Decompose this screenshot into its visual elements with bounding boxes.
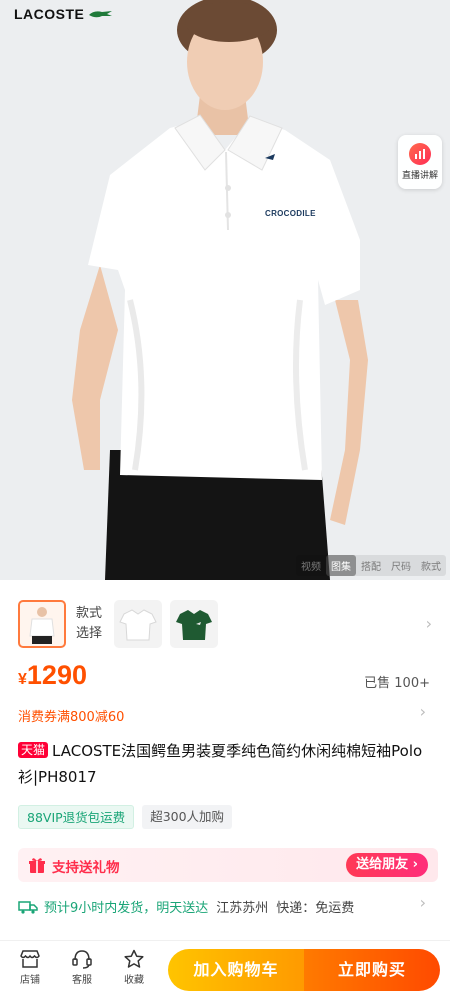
add-to-cart-button[interactable]: 加入购物车 — [168, 949, 304, 991]
store-icon — [20, 950, 40, 968]
price: ¥1290 — [18, 660, 87, 690]
tab-size[interactable]: 尺码 — [386, 555, 416, 576]
customer-service-icon — [72, 950, 92, 969]
shipping-row[interactable]: 预计9小时内发货，明天送达 江苏苏州 快递：免运费 — [18, 897, 438, 916]
gift-banner[interactable]: 支持送礼物 送给朋友 › — [18, 848, 438, 882]
price-value: 1290 — [26, 660, 87, 690]
price-row: ¥1290 已售 100+ — [18, 660, 438, 696]
white-polo-thumbnail-icon — [119, 609, 157, 641]
green-polo-thumbnail-icon — [176, 610, 212, 640]
brand-name: LACOSTE — [14, 6, 85, 22]
gift-icon — [29, 858, 45, 873]
live-explain-label: 直播讲解 — [401, 171, 438, 181]
ship-fee: 快递：免运费 — [276, 901, 355, 916]
bottom-action-bar: 店铺 客服 收藏 加入购物车 立即购买 — [0, 940, 450, 1000]
tab-gallery[interactable]: 图集 — [326, 555, 356, 576]
delivery-estimate: 预计9小时内发货，明天送达 — [44, 901, 209, 916]
price-currency: ¥ — [18, 671, 27, 688]
cart-count-tag: 超300人加购 — [142, 805, 233, 829]
coupon-chevron-icon[interactable]: › — [420, 702, 426, 721]
product-photo — [0, 0, 450, 580]
tab-style[interactable]: 款式 — [416, 555, 446, 576]
crocodile-logo-icon — [89, 11, 113, 18]
brand-logo: LACOSTE — [14, 6, 114, 22]
tab-outfit[interactable]: 搭配 — [356, 555, 386, 576]
vip-return-tag[interactable]: 88VIP退货包运费 — [18, 805, 135, 829]
star-icon — [124, 949, 144, 968]
variant-selector[interactable]: 款式 选择 › — [0, 590, 450, 650]
buy-now-button[interactable]: 立即购买 — [304, 949, 440, 991]
store-label: 店铺 — [20, 975, 40, 986]
gift-text: 支持送礼物 — [52, 860, 120, 876]
product-image-gallery[interactable]: CROCODILE LACOSTE 直播讲解 视频 图集 搭配 尺码 款式 — [0, 0, 450, 580]
coupon-text[interactable]: 消费券满800减60 — [18, 706, 124, 725]
variant-option-3[interactable] — [170, 600, 218, 648]
variant-label-line1: 款式 — [76, 606, 103, 621]
favorite-button[interactable]: 收藏 — [116, 949, 152, 986]
favorite-label: 收藏 — [124, 975, 144, 986]
store-button[interactable]: 店铺 — [12, 949, 48, 986]
variant-option-2[interactable] — [114, 600, 162, 648]
variant-option-1[interactable] — [18, 600, 66, 648]
media-tabs: 视频 图集 搭配 尺码 款式 — [296, 555, 446, 576]
variant-label-line2: 选择 — [76, 626, 103, 641]
tmall-badge: 天猫 — [18, 742, 49, 758]
shipping-chevron-icon[interactable]: › — [420, 893, 426, 912]
variant-label: 款式 选择 — [76, 604, 102, 644]
service-label: 客服 — [72, 975, 92, 986]
product-title-text: LACOSTE法国鳄鱼男装夏季纯色简约休闲纯棉短袖Polo衫|PH8017 — [18, 742, 423, 786]
ship-origin: 江苏苏州 — [216, 901, 269, 916]
tab-video[interactable]: 视频 — [296, 555, 326, 576]
truck-icon — [18, 900, 38, 914]
variant-chevron-icon[interactable]: › — [426, 614, 432, 633]
live-stream-icon — [409, 143, 431, 165]
shirt-embroidery-text: CROCODILE — [265, 209, 316, 218]
product-title: 天猫 LACOSTE法国鳄鱼男装夏季纯色简约休闲纯棉短袖Polo衫|PH8017 — [18, 738, 438, 790]
sold-count: 已售 100+ — [364, 676, 430, 691]
live-explain-button[interactable]: 直播讲解 — [398, 135, 442, 189]
model-white-polo-thumbnail-icon — [29, 607, 55, 644]
send-to-friend-button[interactable]: 送给朋友 › — [346, 853, 428, 877]
service-tags: 88VIP退货包运费 超300人加购 — [18, 805, 233, 829]
service-button[interactable]: 客服 — [64, 949, 100, 986]
